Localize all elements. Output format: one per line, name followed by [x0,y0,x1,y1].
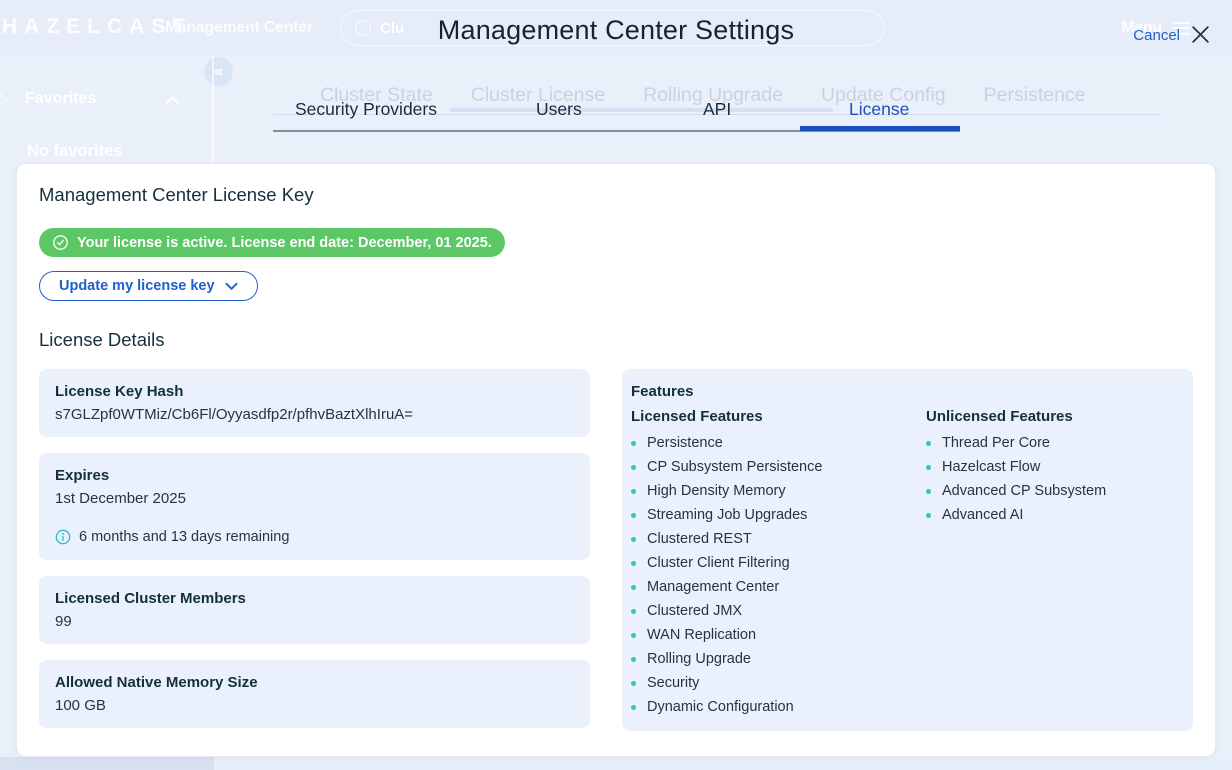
licensed-features-column: Licensed Features Persistence CP Subsyste… [631,404,926,719]
feature-label: Dynamic Configuration [647,699,794,715]
feature-item: CP Subsystem Persistence [631,455,926,479]
license-panel: Management Center License Key Your licen… [16,163,1216,757]
bullet-dot [631,465,636,470]
unlicensed-features-column: Unlicensed Features Thread Per Core Hazel… [926,404,1183,719]
feature-item: Clustered REST [631,527,926,551]
details-column: License Key Hash s7GLZpf0WTMiz/Cb6Fl/Oyy… [39,369,590,731]
feature-item: Rolling Upgrade [631,647,926,671]
feature-label: Cluster Client Filtering [647,555,790,571]
bullet-dot [631,561,636,566]
feature-item: WAN Replication [631,623,926,647]
check-circle-icon [52,234,69,251]
bullet-dot [631,585,636,590]
feature-item: Persistence [631,431,926,455]
remaining-time-text: 6 months and 13 days remaining [79,526,289,548]
chevron-down-icon [225,282,238,291]
close-icon[interactable] [1190,24,1211,45]
expires-card: Expires 1st December 2025 6 months and 1… [39,453,590,560]
feature-label: High Density Memory [647,483,786,499]
feature-item: Advanced AI [926,503,1183,527]
bullet-dot [631,537,636,542]
feature-label: CP Subsystem Persistence [647,459,822,475]
bullet-dot [631,657,636,662]
bullet-dot [926,513,931,518]
bullet-dot [631,489,636,494]
license-status-text: Your license is active. License end date… [77,235,492,251]
update-license-label: Update my license key [59,278,215,294]
remaining-time-note: 6 months and 13 days remaining [55,526,574,548]
feature-item: Advanced CP Subsystem [926,479,1183,503]
bullet-dot [631,441,636,446]
feature-label: Advanced AI [942,507,1023,523]
licensed-features-list: Persistence CP Subsystem Persistence High … [631,431,926,719]
card-value: 1st December 2025 [55,488,574,509]
license-key-hash-card: License Key Hash s7GLZpf0WTMiz/Cb6Fl/Oyy… [39,369,590,437]
feature-item: Thread Per Core [926,431,1183,455]
feature-label: Clustered JMX [647,603,742,619]
card-value: 99 [55,611,574,632]
feature-item: Streaming Job Upgrades [631,503,926,527]
card-label: Expires [55,465,574,486]
feature-item: Cluster Client Filtering [631,551,926,575]
card-value: 100 GB [55,695,574,716]
feature-item: Dynamic Configuration [631,695,926,719]
feature-label: Hazelcast Flow [942,459,1040,475]
active-tab-underline [800,126,960,131]
tab-users[interactable]: Users [536,99,582,120]
card-label: Licensed Cluster Members [55,588,574,609]
feature-label: Security [647,675,699,691]
cluster-members-card: Licensed Cluster Members 99 [39,576,590,644]
page-title: Management Center Settings [0,15,1232,46]
bullet-dot [631,513,636,518]
bullet-dot [631,705,636,710]
app-screen: HAZELCAST Management Center Clu Menu ☆ F… [0,0,1232,770]
tab-api[interactable]: API [703,99,731,120]
tab-license[interactable]: License [849,99,909,120]
features-card: Features Licensed Features Persistence CP… [622,369,1193,731]
card-label: Allowed Native Memory Size [55,672,574,693]
bullet-dot [631,633,636,638]
feature-item: Clustered JMX [631,599,926,623]
feature-label: Clustered REST [647,531,752,547]
license-details-heading: License Details [39,329,1193,351]
feature-label: Thread Per Core [942,435,1050,451]
features-columns: Licensed Features Persistence CP Subsyste… [631,404,1183,719]
bullet-dot [926,465,931,470]
bullet-dot [926,441,931,446]
feature-item: Management Center [631,575,926,599]
settings-modal: Management Center Settings Cancel Securi… [0,0,1232,770]
feature-label: Streaming Job Upgrades [647,507,807,523]
feature-item: Security [631,671,926,695]
bullet-dot [631,681,636,686]
tab-security-providers[interactable]: Security Providers [295,99,437,120]
card-value: s7GLZpf0WTMiz/Cb6Fl/Oyyasdfp2r/pfhvBaztX… [55,404,574,425]
features-heading: Features [631,381,1183,402]
feature-label: Rolling Upgrade [647,651,751,667]
update-license-button[interactable]: Update my license key [39,271,258,301]
feature-label: WAN Replication [647,627,756,643]
license-status-banner: Your license is active. License end date… [39,228,505,257]
bullet-dot [631,609,636,614]
feature-label: Persistence [647,435,723,451]
card-label: License Key Hash [55,381,574,402]
licensed-features-heading: Licensed Features [631,406,926,427]
info-icon [55,529,71,545]
feature-item: Hazelcast Flow [926,455,1183,479]
unlicensed-features-list: Thread Per Core Hazelcast Flow Advanced CP… [926,431,1183,527]
feature-label: Management Center [647,579,779,595]
feature-item: High Density Memory [631,479,926,503]
license-key-heading: Management Center License Key [39,184,1193,206]
license-details-grid: License Key Hash s7GLZpf0WTMiz/Cb6Fl/Oyy… [39,369,1193,731]
native-memory-card: Allowed Native Memory Size 100 GB [39,660,590,728]
unlicensed-features-heading: Unlicensed Features [926,406,1183,427]
feature-label: Advanced CP Subsystem [942,483,1106,499]
bullet-dot [926,489,931,494]
cancel-button[interactable]: Cancel [1133,27,1180,44]
